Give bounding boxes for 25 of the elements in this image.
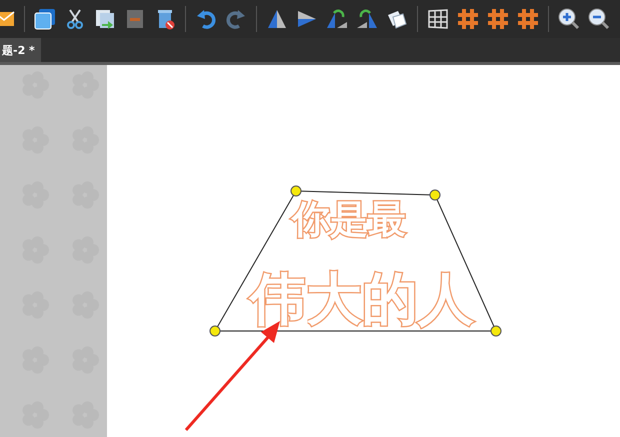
rotate-left-button[interactable]: [325, 7, 349, 31]
grid-button[interactable]: [426, 7, 450, 31]
rotate-right-button[interactable]: [355, 7, 379, 31]
grid-icon: [426, 7, 450, 31]
corner-handle[interactable]: [430, 190, 440, 200]
hash-button[interactable]: [486, 7, 510, 31]
zoom-out-icon: [587, 7, 611, 31]
paste-page-button[interactable]: [93, 7, 117, 31]
rotate-left-icon: [325, 7, 349, 31]
hash-icon: [516, 7, 540, 31]
corner-handle[interactable]: [290, 186, 302, 196]
document-tab[interactable]: 题-2 *: [0, 38, 41, 62]
stacked-pages-icon: [33, 7, 57, 31]
rotate-right-icon: [355, 7, 379, 31]
hash-button[interactable]: [516, 7, 540, 31]
zoom-in-button[interactable]: [557, 7, 581, 31]
hash-icon: [456, 7, 480, 31]
hash-button[interactable]: [456, 7, 480, 31]
corner-handle[interactable]: [210, 326, 220, 336]
paste-page-icon: [93, 7, 117, 31]
stacked-pages-button[interactable]: [33, 7, 57, 31]
zoom-in-icon: [557, 7, 581, 31]
zoom-out-button[interactable]: [587, 7, 611, 31]
hash-icon: [486, 7, 510, 31]
corner-handle[interactable]: [490, 326, 502, 336]
